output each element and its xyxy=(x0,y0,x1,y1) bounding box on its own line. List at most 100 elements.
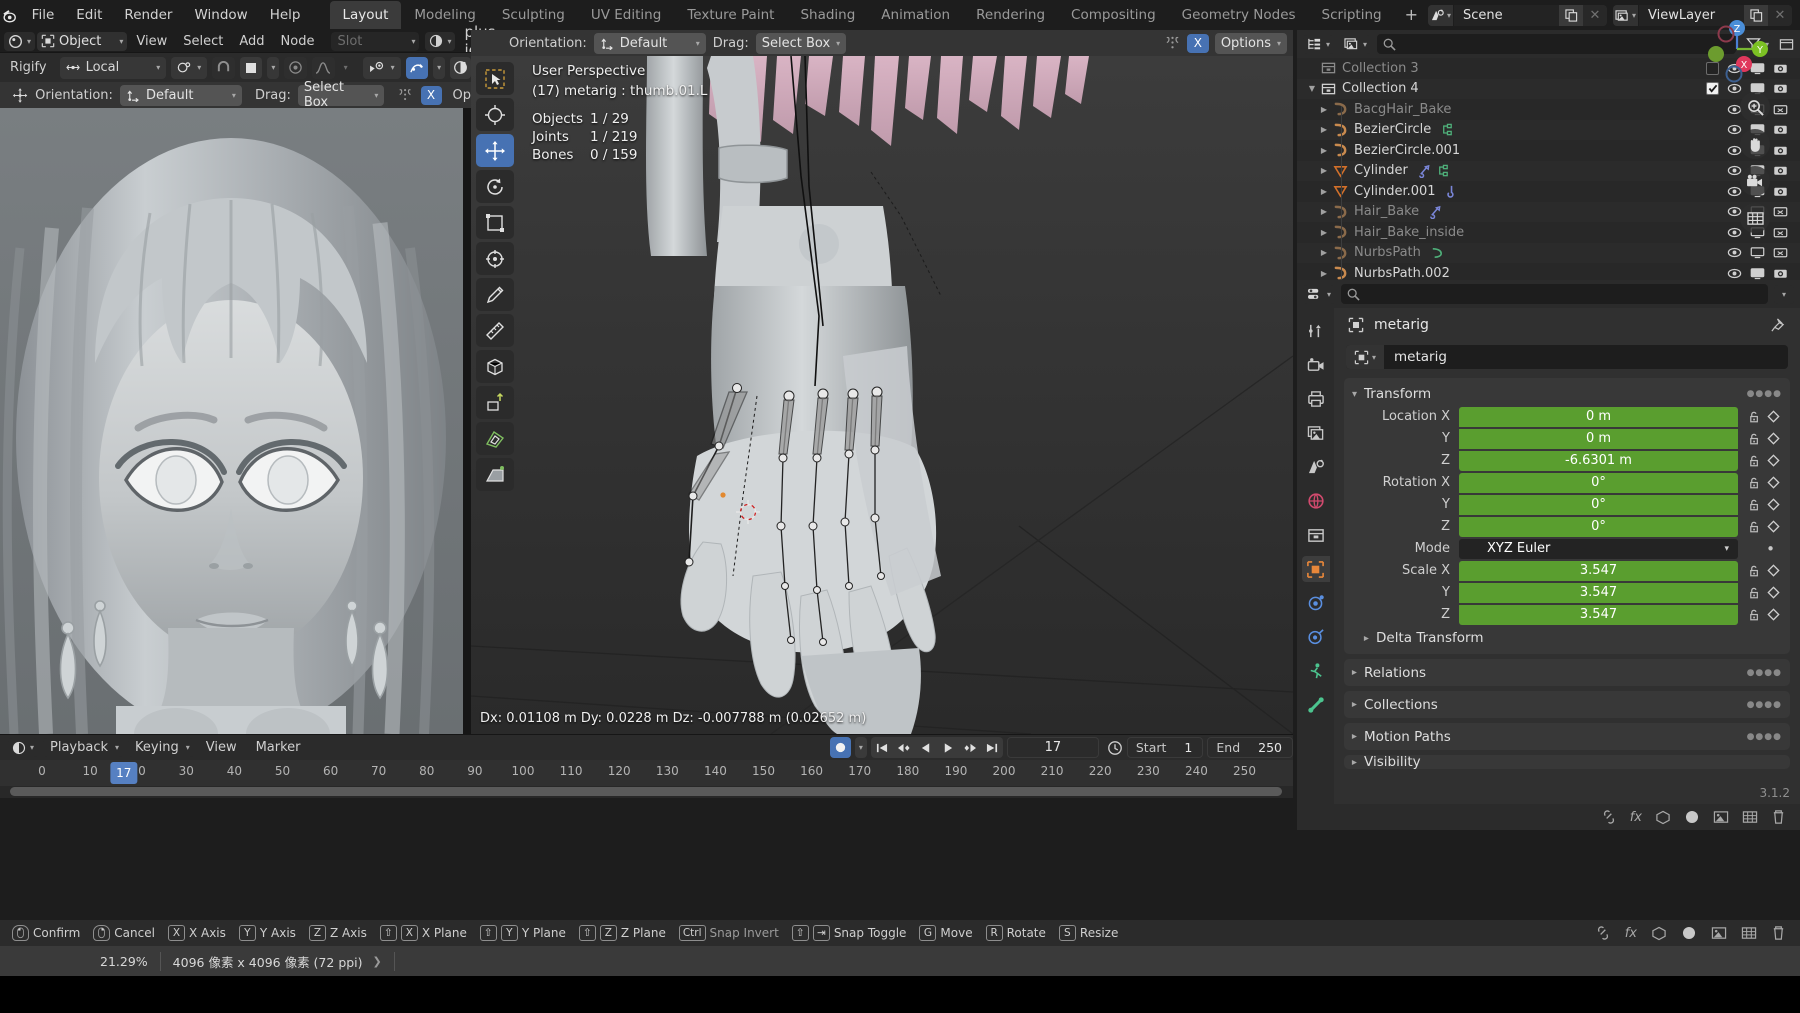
lock-icon[interactable] xyxy=(1748,586,1762,600)
pin-icon[interactable] xyxy=(1770,317,1786,333)
lock-icon[interactable] xyxy=(1748,564,1762,578)
modifier-icon[interactable] xyxy=(1417,164,1431,178)
expand-triangle-icon[interactable]: ▶ xyxy=(1315,146,1333,155)
snap-cursor-icon[interactable] xyxy=(397,87,413,103)
transform-row-value[interactable]: 0° xyxy=(1459,517,1738,537)
pivot-point-selector[interactable]: ▾ xyxy=(171,57,207,79)
tab-texture-paint[interactable]: Texture Paint xyxy=(674,1,787,29)
material-preview-selector[interactable]: ▾ xyxy=(425,32,455,51)
tab-shading[interactable]: Shading xyxy=(787,1,868,29)
properties-tab-object[interactable] xyxy=(1302,556,1330,582)
start-frame-field[interactable]: Start 1 xyxy=(1127,737,1204,758)
mesh-icon[interactable] xyxy=(1651,926,1667,941)
motion-paths-panel[interactable]: ▾ Motion Paths ●●●● xyxy=(1344,723,1790,750)
lock-icon[interactable] xyxy=(1748,432,1762,446)
eye-icon[interactable] xyxy=(1727,246,1742,259)
falloff-dropdown[interactable]: ▾ xyxy=(340,57,352,79)
lock-icon[interactable] xyxy=(1748,410,1762,424)
outliner-row[interactable]: ▶BacgHair_Bake xyxy=(1297,99,1800,120)
tab-geometry-nodes[interactable]: Geometry Nodes xyxy=(1169,1,1309,29)
expand-triangle-icon[interactable]: ▶ xyxy=(1315,187,1333,196)
timeline-menu-keying[interactable]: Keying▾ xyxy=(128,738,194,757)
navigation-gizmo[interactable]: Z Y X xyxy=(1702,14,1772,84)
transform-row-value[interactable]: 3.547 xyxy=(1459,605,1738,625)
camera-icon[interactable] xyxy=(1773,62,1788,75)
pan-hand-icon[interactable] xyxy=(1740,129,1770,159)
properties-tab-render[interactable] xyxy=(1302,352,1330,378)
properties-tab-output[interactable] xyxy=(1302,386,1330,412)
sphere-icon[interactable] xyxy=(1681,925,1697,941)
add-cube-tool[interactable] xyxy=(476,350,514,383)
play-button[interactable] xyxy=(937,737,959,758)
viewport-options-dropdown[interactable]: Options ▾ xyxy=(1215,33,1287,54)
properties-body[interactable]: metarig ▾ metarig ▾ Transform ●●●● Locat… xyxy=(1334,308,1800,804)
lock-icon[interactable] xyxy=(1748,520,1762,534)
lock-icon[interactable] xyxy=(1748,476,1762,490)
fx-icon[interactable]: fx xyxy=(1625,926,1637,941)
expand-triangle-icon[interactable]: ▶ xyxy=(1315,269,1333,278)
properties-tab-collection[interactable] xyxy=(1302,522,1330,548)
left-menu-view[interactable]: View xyxy=(129,34,174,49)
auto-keying-toggle[interactable] xyxy=(830,737,851,758)
transform-tool[interactable] xyxy=(476,242,514,275)
object-name-field[interactable]: ▾ metarig xyxy=(1346,345,1788,369)
fx-icon[interactable]: fx xyxy=(1630,810,1642,825)
xray-icon[interactable] xyxy=(406,57,429,79)
chevron-right-icon[interactable]: ❯ xyxy=(373,955,382,968)
preview-range-icon[interactable] xyxy=(1107,740,1123,756)
grid-icon[interactable] xyxy=(1741,926,1757,941)
timeline-playhead[interactable]: 17 xyxy=(110,762,137,784)
end-frame-field[interactable]: End 250 xyxy=(1207,737,1293,758)
viewport-orientation-dropdown[interactable]: Default ▾ xyxy=(594,33,706,54)
collection-checkbox[interactable] xyxy=(1706,82,1719,95)
outliner-row[interactable]: ▶Cylinder xyxy=(1297,161,1800,182)
timeline-ruler[interactable]: ❯ 01020304050607080901001101201301401501… xyxy=(0,760,1293,786)
lock-icon[interactable] xyxy=(1748,498,1762,512)
keyframe-diamond-icon[interactable] xyxy=(1767,410,1780,423)
image-icon[interactable] xyxy=(1713,810,1729,825)
move-tool[interactable] xyxy=(476,134,514,167)
path-icon[interactable] xyxy=(1430,246,1444,260)
scene-unlink-icon[interactable]: ✕ xyxy=(1583,5,1607,26)
visibility-panel[interactable]: ▾ Visibility xyxy=(1344,755,1790,769)
image-icon[interactable] xyxy=(1711,926,1727,941)
transform-row-value[interactable]: 0 m xyxy=(1459,407,1738,427)
scene-selector[interactable]: ▾ Scene ✕ xyxy=(1428,5,1607,26)
bevel-tool[interactable] xyxy=(476,458,514,491)
menu-file[interactable]: File xyxy=(21,4,66,26)
outliner-row[interactable]: ▶NurbsPath.002 xyxy=(1297,263,1800,280)
outliner-row[interactable]: ▶NurbsPath xyxy=(1297,243,1800,264)
outliner-display-mode[interactable]: ▾ xyxy=(1340,35,1371,54)
keyframe-diamond-icon[interactable] xyxy=(1767,454,1780,467)
properties-tab-scene[interactable] xyxy=(1302,454,1330,480)
extrude-tool[interactable] xyxy=(476,386,514,419)
tab-animation[interactable]: Animation xyxy=(868,1,963,29)
keyframe-diamond-icon[interactable] xyxy=(1767,432,1780,445)
keyframe-diamond-icon[interactable] xyxy=(1767,608,1780,621)
object-mode-selector[interactable]: Object ▾ xyxy=(37,32,127,51)
timeline-menu-view[interactable]: View xyxy=(199,740,244,755)
expand-triangle-icon[interactable]: ▶ xyxy=(1315,166,1333,175)
relations-panel[interactable]: ▾ Relations ●●●● xyxy=(1344,659,1790,686)
grid-ortho-icon[interactable] xyxy=(1740,203,1770,233)
link-icon[interactable] xyxy=(1601,810,1617,824)
left-menu-select[interactable]: Select xyxy=(176,34,230,49)
camera-icon[interactable] xyxy=(1773,144,1788,157)
zoom-icon[interactable] xyxy=(1740,92,1770,122)
properties-tab-bone[interactable] xyxy=(1302,692,1330,718)
transform-row-value[interactable]: 3.547 xyxy=(1459,561,1738,581)
expand-triangle-icon[interactable]: ▼ xyxy=(1303,84,1321,93)
properties-tab-constraint[interactable] xyxy=(1302,624,1330,650)
camera-icon[interactable] xyxy=(1740,166,1770,196)
constraint-icon[interactable] xyxy=(1436,164,1450,178)
camera-icon[interactable] xyxy=(1773,164,1788,177)
camera-off-icon[interactable] xyxy=(1773,103,1788,116)
snap-cursor-icon[interactable] xyxy=(1164,35,1181,51)
keyframe-diamond-icon[interactable] xyxy=(1767,498,1780,511)
tab-rendering[interactable]: Rendering xyxy=(963,1,1058,29)
properties-tab-armature[interactable] xyxy=(1302,658,1330,684)
prev-keyframe-button[interactable] xyxy=(893,737,915,758)
transform-row-value[interactable]: XYZ Euler▾ xyxy=(1459,539,1738,559)
transform-row-value[interactable]: 3.547 xyxy=(1459,583,1738,603)
new-collection-icon[interactable] xyxy=(1779,37,1794,52)
